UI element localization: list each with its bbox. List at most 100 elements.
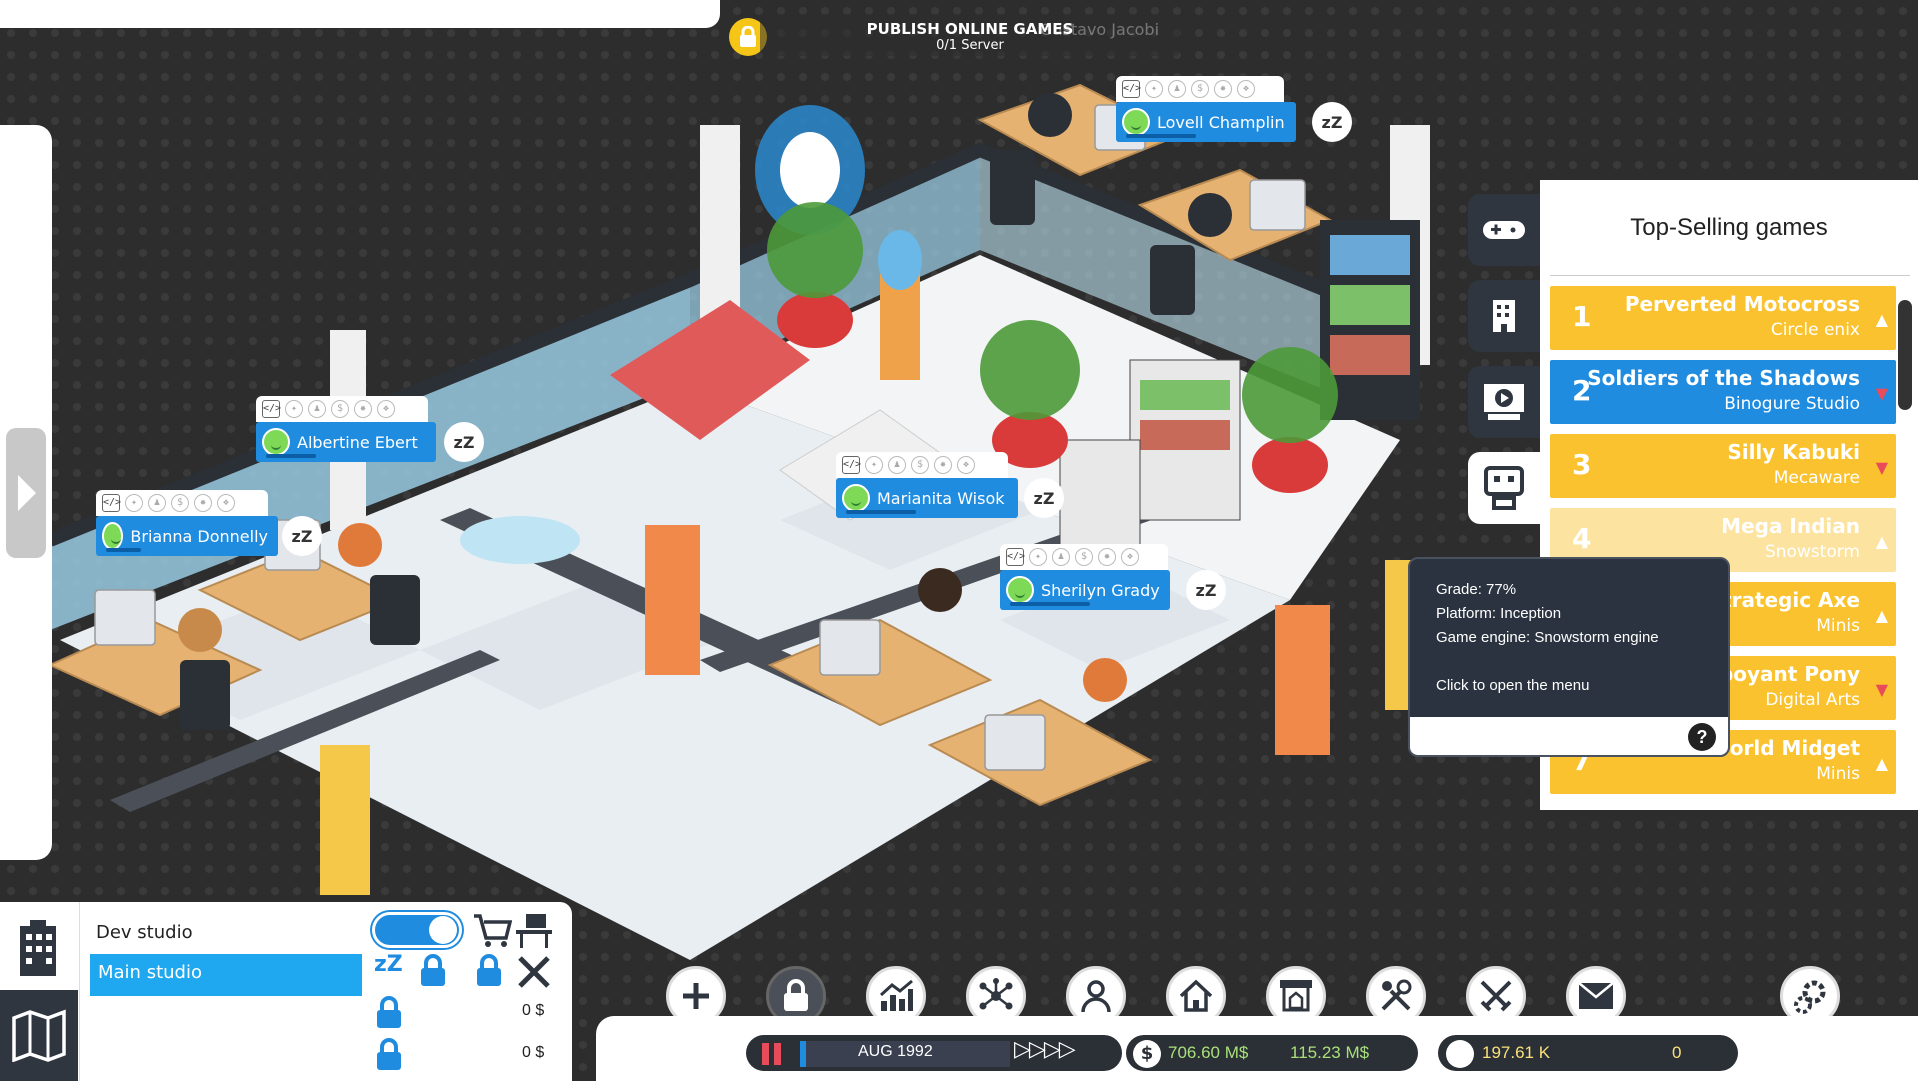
tools-crossed-icon (518, 956, 550, 988)
employee-name: Albertine Ebert (256, 422, 436, 462)
floor (60, 385, 1290, 960)
tooltip-hint: Click to open the menu (1436, 677, 1590, 694)
art-icon: ✦ (1145, 80, 1163, 98)
happy-face-icon (262, 428, 290, 456)
fans-icon (1446, 1040, 1474, 1068)
game-tooltip: Grade: 77% Platform: Inception Game engi… (1408, 557, 1730, 757)
top-selling-scrollbar[interactable] (1898, 300, 1912, 410)
tooltip-platform: Platform: Inception (1436, 605, 1562, 622)
sleep-icon: zZ (1312, 102, 1352, 142)
shopping-cart-icon (474, 914, 512, 947)
tab-buildings[interactable] (1468, 280, 1540, 352)
gamepad-icon (1483, 221, 1525, 239)
lock-icon[interactable] (420, 954, 446, 988)
fans-count: 197.61 K (1482, 1043, 1551, 1062)
bookshelf (1320, 220, 1420, 420)
happy-face-icon (1122, 108, 1150, 136)
dev-studio-label[interactable]: Dev studio (96, 922, 193, 943)
marketing-icon: ❖ (377, 400, 395, 418)
marketing-icon: ❖ (957, 456, 975, 474)
map-button[interactable] (0, 990, 78, 1081)
skill-icons: </> ✦ ♟ $ ✸ ❖ (1000, 544, 1168, 570)
trend-down-icon: ▼ (1875, 458, 1888, 477)
top-game-row[interactable]: 3 Silly Kabuki Mecaware ▼ (1550, 434, 1896, 498)
employee-name: Lovell Champlin (1116, 102, 1296, 142)
tab-media[interactable] (1468, 366, 1540, 438)
employee-name: Marianita Wisok (836, 478, 1018, 518)
studio-money: 0 $ (522, 1044, 545, 1061)
code-icon: </> (1006, 548, 1025, 566)
house-icon (1179, 979, 1213, 1012)
lock-icon[interactable] (376, 1038, 402, 1072)
expand-left-panel-button[interactable] (6, 428, 46, 558)
income-amount: 115.23 M$ (1290, 1043, 1370, 1062)
skill-icons: </> ✦ ♟ $ ✸ ❖ (1116, 76, 1284, 102)
trend-up-icon: ▲ (1875, 606, 1888, 625)
sleep-icon: zZ (1186, 570, 1226, 610)
building-icon (1493, 300, 1515, 332)
help-icon[interactable]: ? (1688, 723, 1716, 751)
studio-toggle[interactable] (372, 912, 462, 948)
dollar-icon: $ (171, 494, 189, 512)
desk-computer-icon (516, 914, 552, 948)
crossed-swords-icon (1480, 980, 1512, 1012)
cash-amount: 706.60 M$ (1168, 1043, 1249, 1062)
publish-servers: 0/1 Server (936, 38, 1004, 53)
happy-face-icon (842, 484, 870, 512)
code-icon: </> (102, 494, 121, 512)
lock-icon[interactable] (376, 996, 402, 1030)
robot-icon (1484, 466, 1524, 510)
hidden-employee-name: Gustavo Jacobi (1040, 20, 1160, 39)
trend-up-icon: ▲ (1875, 532, 1888, 551)
water-cooler (878, 230, 922, 290)
top-game-row[interactable]: 2 Soldiers of the Shadows Binogure Studio ▼ (1550, 360, 1896, 424)
sleep-blue-icon: zZ (374, 952, 403, 977)
art-icon: ✦ (125, 494, 143, 512)
dollar-icon: $ (911, 456, 929, 474)
marketing-icon: ❖ (1237, 80, 1255, 98)
sleep-icon: zZ (1024, 478, 1064, 518)
wall-logo (755, 105, 865, 235)
marketing-icon: ❖ (217, 494, 235, 512)
tab-games[interactable] (1468, 194, 1540, 266)
trend-up-icon: ▲ (1875, 754, 1888, 773)
fans-delta: 0 (1672, 1043, 1682, 1062)
game-date: AUG 1992 (858, 1043, 933, 1060)
network-icon (979, 978, 1013, 1010)
main-studio-item[interactable]: Main studio (90, 954, 362, 996)
trend-down-icon: ▼ (1875, 384, 1888, 403)
presentation-icon (1484, 384, 1524, 420)
skill-icons: </> ✦ ♟ $ ✸ ❖ (256, 396, 428, 422)
ideas-icon: ✸ (934, 456, 952, 474)
office-building-icon (20, 920, 56, 976)
glass-wall-right (980, 150, 1400, 420)
dollar-icon: $ (1191, 80, 1209, 98)
ideas-icon: ✸ (1214, 80, 1232, 98)
top-selling-title: Top-Selling games (1630, 213, 1828, 241)
team-icon: ♟ (1168, 80, 1186, 98)
tab-robot[interactable] (1468, 452, 1540, 524)
ideas-icon: ✸ (1098, 548, 1116, 566)
team-icon: ♟ (888, 456, 906, 474)
pause-button[interactable] (762, 1043, 784, 1065)
team-icon: ♟ (1052, 548, 1070, 566)
plants (767, 202, 1338, 493)
red-armchair (610, 300, 810, 440)
studio-panel: Dev studio Main studio zZ 0 $ 0 $ (0, 902, 572, 1081)
chevron-right-icon (18, 475, 36, 511)
plus-icon (683, 983, 709, 1009)
speed-arrows-icon[interactable]: ▷▷▷▷ (1014, 1037, 1076, 1062)
ideas-icon: ✸ (354, 400, 372, 418)
happy-face-icon (102, 522, 124, 550)
team-icon: ♟ (148, 494, 166, 512)
code-icon: </> (262, 400, 281, 418)
top-game-row[interactable]: 1 Perverted Motocross Circle enix ▲ (1550, 286, 1896, 350)
top-left-card (0, 0, 720, 28)
art-icon: ✦ (1029, 548, 1047, 566)
cash-icon: $ (1133, 1040, 1161, 1068)
trend-up-icon: ▲ (1875, 310, 1888, 329)
lock-icon[interactable] (476, 954, 502, 988)
envelope-icon (1578, 982, 1614, 1009)
wrench-screwdriver-icon (1381, 979, 1412, 1011)
employee-name: Sherilyn Grady (1000, 570, 1170, 610)
